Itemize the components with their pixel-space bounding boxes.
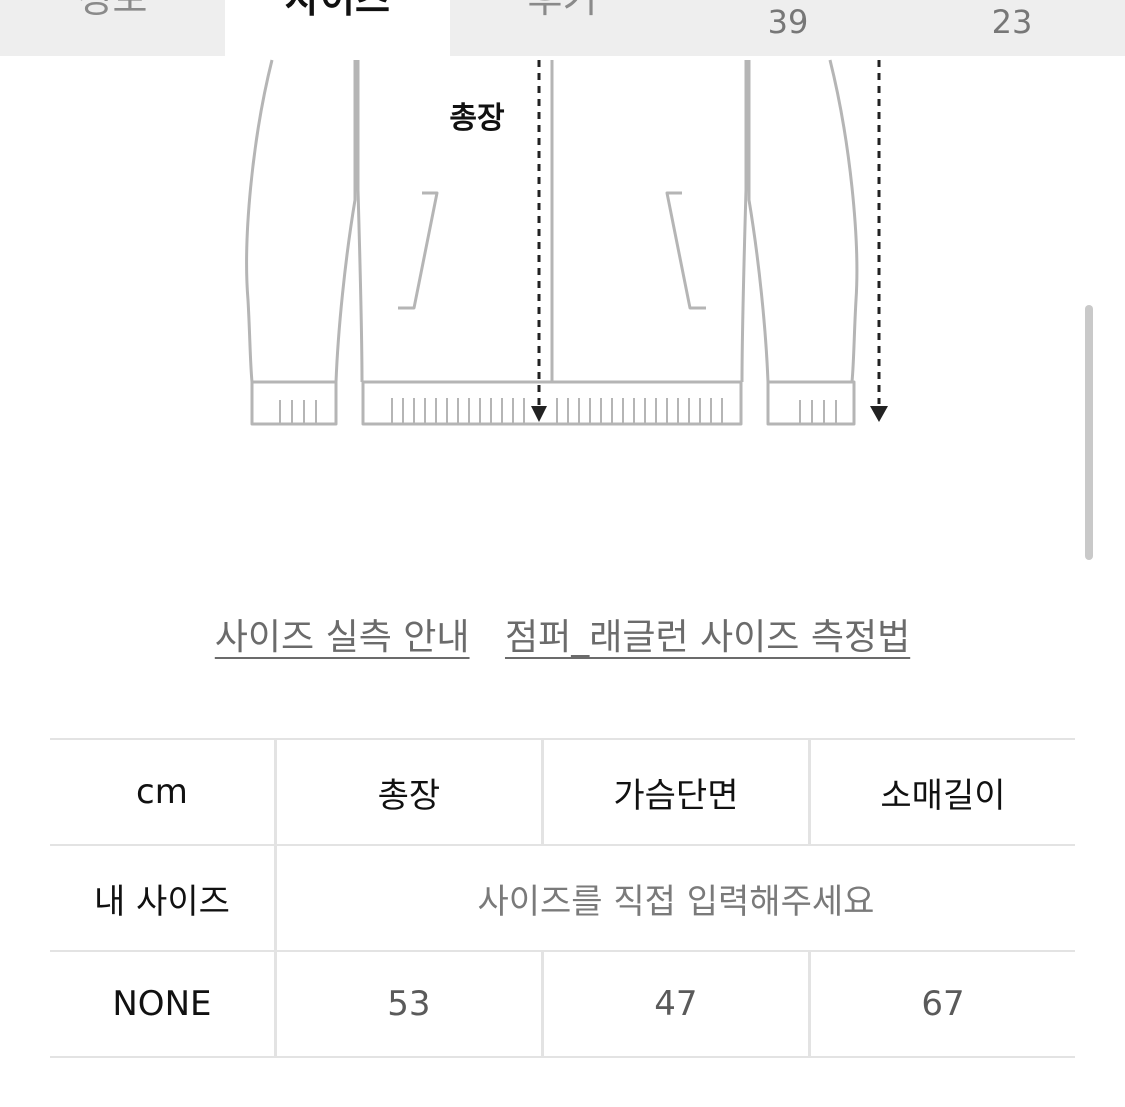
unit-header: cm xyxy=(50,738,276,846)
jacket-size-diagram: 총장 xyxy=(245,59,888,426)
my-size-row: 내 사이즈 사이즈를 직접 입력해주세요 xyxy=(50,844,1075,952)
tab-bar: 정보 사이즈 후기 39 23 xyxy=(0,0,1125,56)
scrollbar-thumb[interactable] xyxy=(1085,305,1093,560)
sleeve-arrow-head xyxy=(870,406,888,422)
measurement-method-link[interactable]: 점퍼_래글런 사이즈 측정법 xyxy=(505,617,910,658)
right-cuff-ribs xyxy=(799,400,837,424)
left-sleeve-inner xyxy=(334,60,357,383)
right-sleeve-outline xyxy=(828,59,859,383)
size-name-cell: NONE xyxy=(50,950,276,1058)
body-left-side xyxy=(356,60,364,383)
column-header: 총장 xyxy=(273,738,543,846)
table-cell: 67 xyxy=(807,950,1075,1058)
table-header-row: cm 총장 가슴단면 소매길이 xyxy=(50,738,1075,846)
left-sleeve-outline xyxy=(245,59,274,383)
length-arrow-head xyxy=(531,406,547,422)
left-pocket xyxy=(398,191,439,310)
table-cell: 47 xyxy=(540,950,810,1058)
tab-count: 23 xyxy=(991,3,1033,41)
tab-count: 39 xyxy=(767,3,809,41)
left-cuff-ribs xyxy=(279,400,317,424)
waistband xyxy=(361,380,743,426)
size-guide-links: 사이즈 실측 안내 점퍼_래글런 사이즈 측정법 xyxy=(0,608,1125,660)
my-size-input[interactable]: 사이즈를 직접 입력해주세요 xyxy=(273,844,1075,952)
length-label: 총장 xyxy=(449,101,505,136)
tab-size[interactable]: 사이즈 xyxy=(225,0,450,56)
my-size-label: 내 사이즈 xyxy=(50,844,276,952)
table-cell: 53 xyxy=(273,950,543,1058)
column-header: 소매길이 xyxy=(807,738,1075,846)
body-right-side xyxy=(740,60,748,383)
right-pocket xyxy=(665,191,706,310)
table-row: NONE 53 47 67 xyxy=(50,950,1075,1058)
tab-info[interactable]: 정보 xyxy=(0,0,225,56)
actual-size-guide-link[interactable]: 사이즈 실측 안내 xyxy=(215,617,470,658)
left-cuff xyxy=(250,380,338,426)
right-sleeve-inner xyxy=(747,60,770,383)
tab-review[interactable]: 후기 xyxy=(450,0,675,56)
waistband-ribs xyxy=(391,398,723,424)
size-table: cm 총장 가슴단면 소매길이 내 사이즈 사이즈를 직접 입력해주세요 NON… xyxy=(50,738,1075,1058)
column-header: 가슴단면 xyxy=(540,738,810,846)
